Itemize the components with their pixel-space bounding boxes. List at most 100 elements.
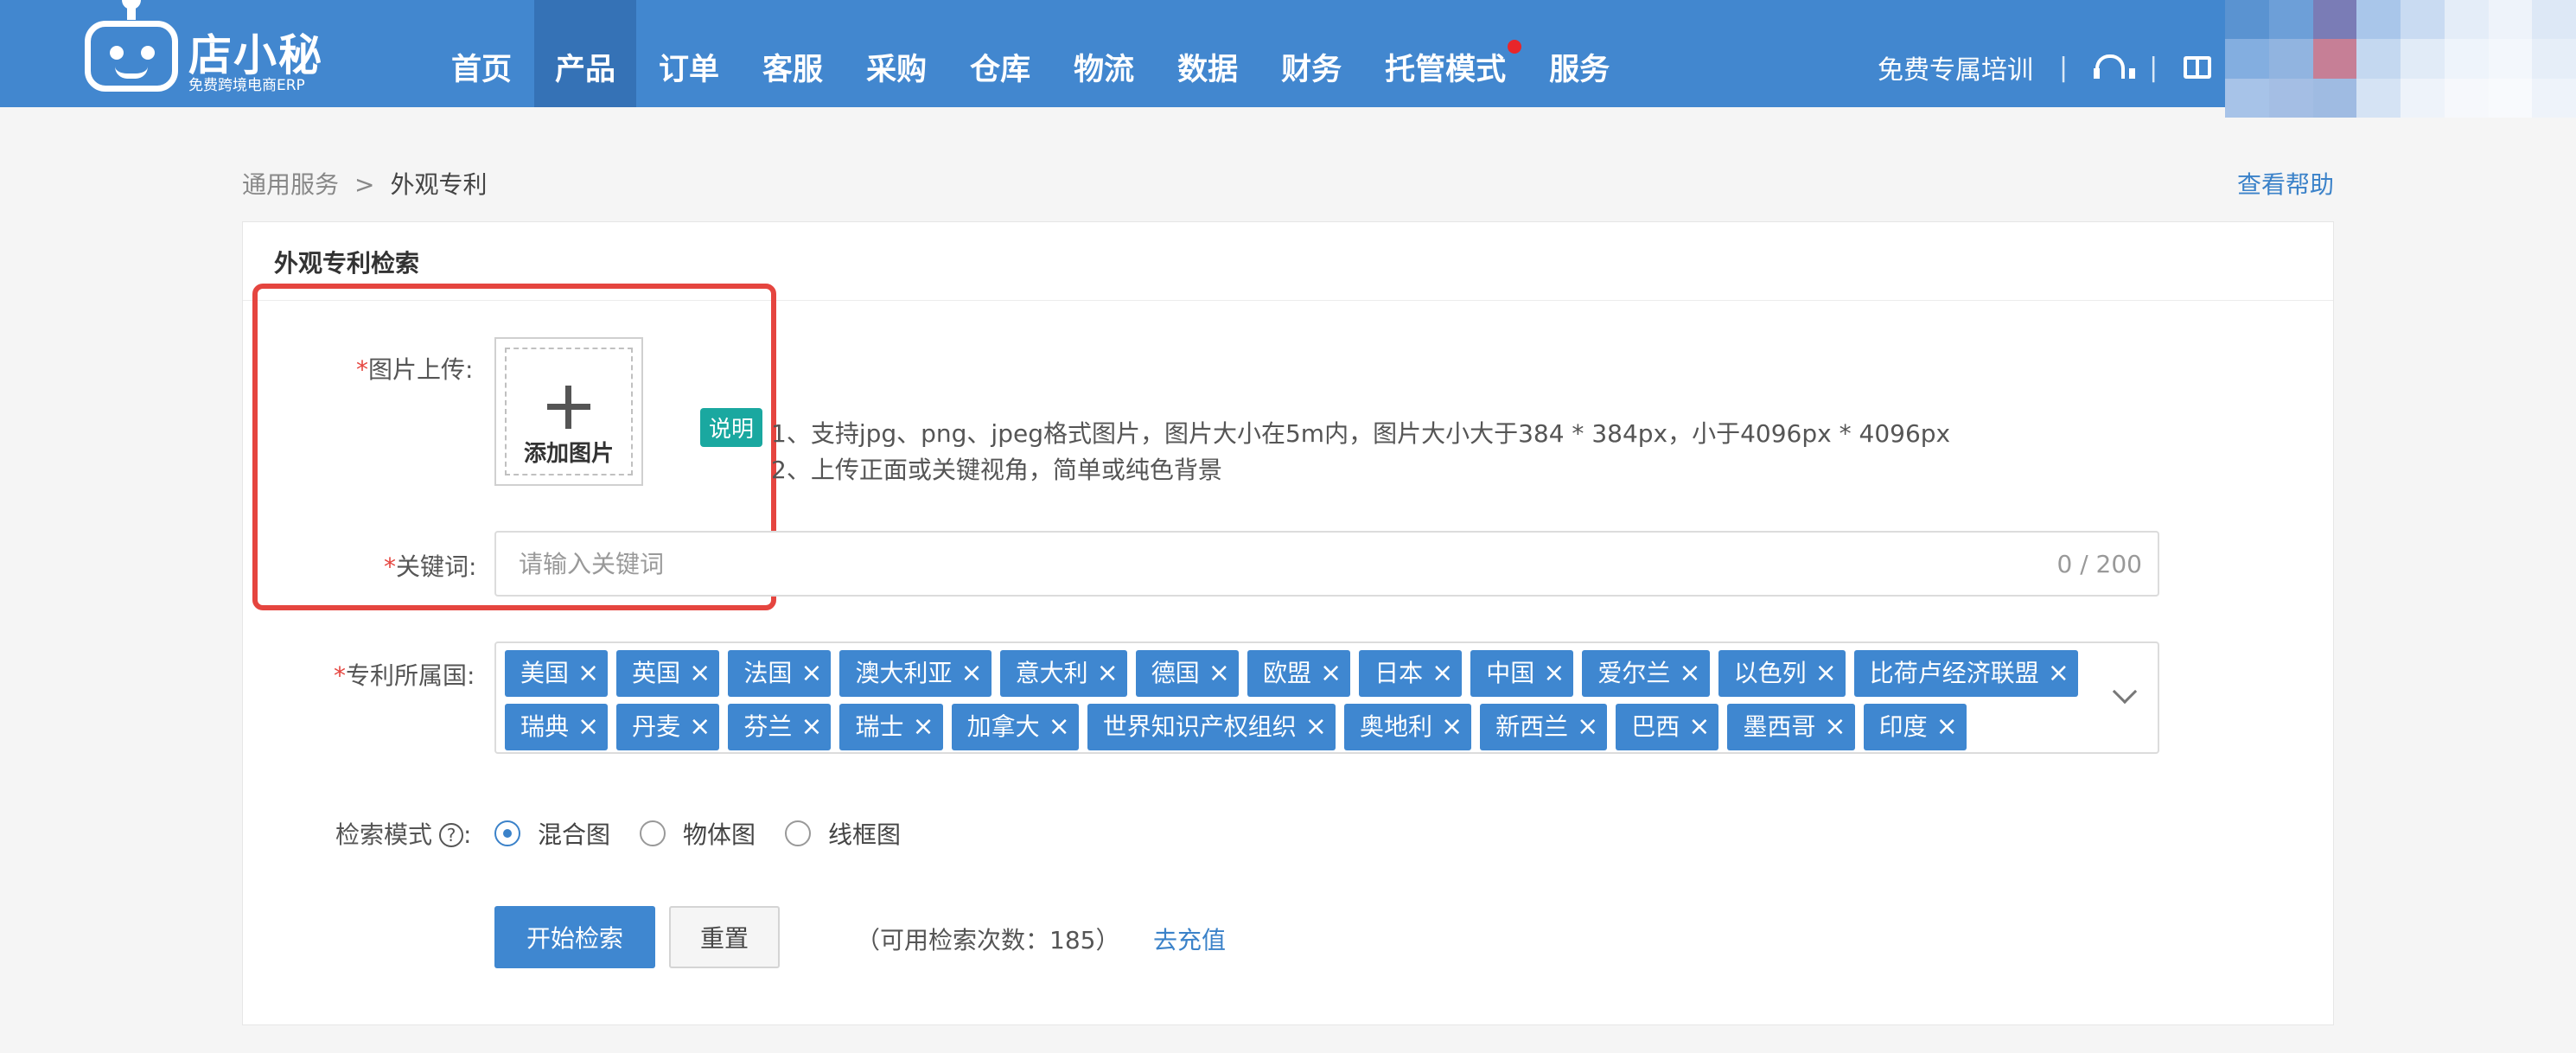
panel-title: 外观专利检索 xyxy=(274,249,420,278)
nav-item-5[interactable]: 仓库 xyxy=(949,0,1051,107)
remove-tag-icon[interactable]: × xyxy=(577,650,599,697)
nav-item-label: 产品 xyxy=(555,53,616,87)
reset-button[interactable]: 重置 xyxy=(669,906,780,968)
search-mode-radio[interactable]: 线框图 xyxy=(785,816,901,851)
nav-item-2[interactable]: 订单 xyxy=(638,0,740,107)
country-tag-label: 印度 xyxy=(1878,712,1928,741)
notification-dot xyxy=(1508,40,1522,54)
remove-tag-icon[interactable]: × xyxy=(1824,704,1846,750)
country-tag: 加拿大 × xyxy=(951,704,1079,750)
remove-tag-icon[interactable]: × xyxy=(1097,650,1119,697)
remove-tag-icon[interactable]: × xyxy=(1049,704,1070,750)
search-mode-radio[interactable]: 混合图 xyxy=(494,816,610,851)
brand-tagline: 免费跨境电商ERP xyxy=(188,77,305,94)
remove-tag-icon[interactable]: × xyxy=(960,650,982,697)
nav-item-label: 订单 xyxy=(659,53,720,87)
nav-item-4[interactable]: 采购 xyxy=(845,0,947,107)
country-tag-label: 澳大利亚 xyxy=(855,659,953,687)
nav-item-6[interactable]: 物流 xyxy=(1053,0,1155,107)
remove-tag-icon[interactable]: × xyxy=(1688,704,1710,750)
main-nav: 首页 产品 订单 客服 采购 仓库 物流 数据 财务 托管模式 服务 xyxy=(430,0,1632,107)
remove-tag-icon[interactable]: × xyxy=(689,650,711,697)
upload-note-2: 2、上传正面或关键视角，简单或纯色背景 xyxy=(771,456,1222,484)
remove-tag-icon[interactable]: × xyxy=(1543,650,1565,697)
country-tag: 美国 × xyxy=(505,650,609,697)
nav-item-3[interactable]: 客服 xyxy=(742,0,844,107)
top-navbar: 店小秘 免费跨境电商ERP 首页 产品 订单 客服 采购 仓库 物流 数据 财务 托管模式 服务 免… xyxy=(0,0,2576,118)
remove-tag-icon[interactable]: × xyxy=(1815,650,1837,697)
remove-tag-icon[interactable]: × xyxy=(1577,704,1598,750)
remove-tag-icon[interactable]: × xyxy=(800,650,822,697)
country-tag: 奥地利 × xyxy=(1343,704,1472,750)
headset-icon[interactable] xyxy=(2094,54,2136,80)
remove-tag-icon[interactable]: × xyxy=(912,704,934,750)
remove-tag-icon[interactable]: × xyxy=(1320,650,1342,697)
country-tag-label: 加拿大 xyxy=(966,712,1040,741)
country-tag: 中国 × xyxy=(1470,650,1574,697)
remove-tag-icon[interactable]: × xyxy=(1441,704,1463,750)
nav-item-label: 财务 xyxy=(1281,53,1342,87)
remove-tag-icon[interactable]: × xyxy=(689,704,711,750)
blurred-avatar[interactable] xyxy=(2225,0,2576,118)
radio-label: 混合图 xyxy=(538,820,611,849)
country-tag-label: 世界知识产权组织 xyxy=(1102,712,1297,741)
separator: | xyxy=(2149,52,2158,83)
country-tag-label: 法国 xyxy=(743,659,793,687)
remove-tag-icon[interactable]: × xyxy=(1936,704,1958,750)
free-training-link[interactable]: 免费专属培训 xyxy=(1878,48,2033,86)
remove-tag-icon[interactable]: × xyxy=(1208,650,1230,697)
tag-row: 瑞典 × 丹麦 × 芬兰 × 瑞士 × 加拿大 × 世界知识产权组织 × 奥地利 × 新西兰 × 巴西 × 墨西哥 ×… xyxy=(505,704,2158,750)
logo[interactable]: 店小秘 免费跨境电商ERP xyxy=(85,0,344,95)
search-mode-radio-group: 混合图 物体图 线框图 xyxy=(494,816,930,851)
help-icon[interactable]: ? xyxy=(439,823,464,847)
country-tag: 澳大利亚 × xyxy=(839,650,992,697)
country-tag-label: 芬兰 xyxy=(743,712,793,741)
remove-tag-icon[interactable]: × xyxy=(577,704,599,750)
upload-dropzone[interactable]: 添加图片 xyxy=(505,348,633,475)
nav-item-0[interactable]: 首页 xyxy=(430,0,532,107)
image-upload-box[interactable]: 添加图片 xyxy=(494,337,643,486)
country-tag: 法国 × xyxy=(728,650,832,697)
book-icon[interactable] xyxy=(2184,56,2212,79)
country-tag-label: 新西兰 xyxy=(1495,712,1569,741)
country-tag: 日本 × xyxy=(1359,650,1463,697)
keyword-input[interactable] xyxy=(494,531,2159,597)
remove-tag-icon[interactable]: × xyxy=(1431,650,1453,697)
country-tag: 印度 × xyxy=(1863,704,1967,750)
note-badge: 说明 xyxy=(700,408,763,447)
start-search-button[interactable]: 开始检索 xyxy=(494,906,655,968)
country-tag-label: 美国 xyxy=(520,659,570,687)
nav-item-7[interactable]: 数据 xyxy=(1157,0,1259,107)
country-tag-label: 巴西 xyxy=(1631,712,1680,741)
remove-tag-icon[interactable]: × xyxy=(1679,650,1700,697)
country-tag: 瑞典 × xyxy=(505,704,609,750)
search-mode-label: 检索模式?: xyxy=(335,820,472,849)
nav-item-8[interactable]: 财务 xyxy=(1260,0,1362,107)
radio-circle-icon xyxy=(494,820,520,846)
remove-tag-icon[interactable]: × xyxy=(800,704,822,750)
keyword-label: *关键词: xyxy=(384,552,477,581)
country-tag-label: 英国 xyxy=(632,659,681,687)
nav-item-9[interactable]: 托管模式 xyxy=(1364,0,1527,107)
country-tag: 丹麦 × xyxy=(616,704,720,750)
remove-tag-icon[interactable]: × xyxy=(1305,704,1327,750)
country-tag: 世界知识产权组织 × xyxy=(1087,704,1336,750)
nav-item-1[interactable]: 产品 xyxy=(534,0,637,107)
plus-icon xyxy=(547,386,590,429)
breadcrumb-separator: > xyxy=(354,170,375,199)
country-tag: 芬兰 × xyxy=(728,704,832,750)
view-help-link[interactable]: 查看帮助 xyxy=(2237,166,2334,201)
country-tag: 欧盟 × xyxy=(1247,650,1351,697)
country-tag: 比荷卢经济联盟 × xyxy=(1853,650,2078,697)
country-tag: 瑞士 × xyxy=(839,704,943,750)
nav-item-10[interactable]: 服务 xyxy=(1528,0,1630,107)
nav-item-label: 客服 xyxy=(762,53,824,87)
nav-item-label: 数据 xyxy=(1177,53,1239,87)
breadcrumb-current: 外观专利 xyxy=(390,170,488,199)
breadcrumb-parent[interactable]: 通用服务 xyxy=(242,170,339,199)
search-mode-radio[interactable]: 物体图 xyxy=(640,816,756,851)
remove-tag-icon[interactable]: × xyxy=(2048,650,2069,697)
recharge-link[interactable]: 去充值 xyxy=(1153,922,1226,956)
top-right-tools: 免费专属培训 | | xyxy=(1878,48,2212,86)
country-multiselect[interactable]: 美国 × 英国 × 法国 × 澳大利亚 × 意大利 × 德国 × 欧盟 × 日本 × 中国 × 爱尔兰 × 以色列 × 比荷… xyxy=(494,641,2159,754)
